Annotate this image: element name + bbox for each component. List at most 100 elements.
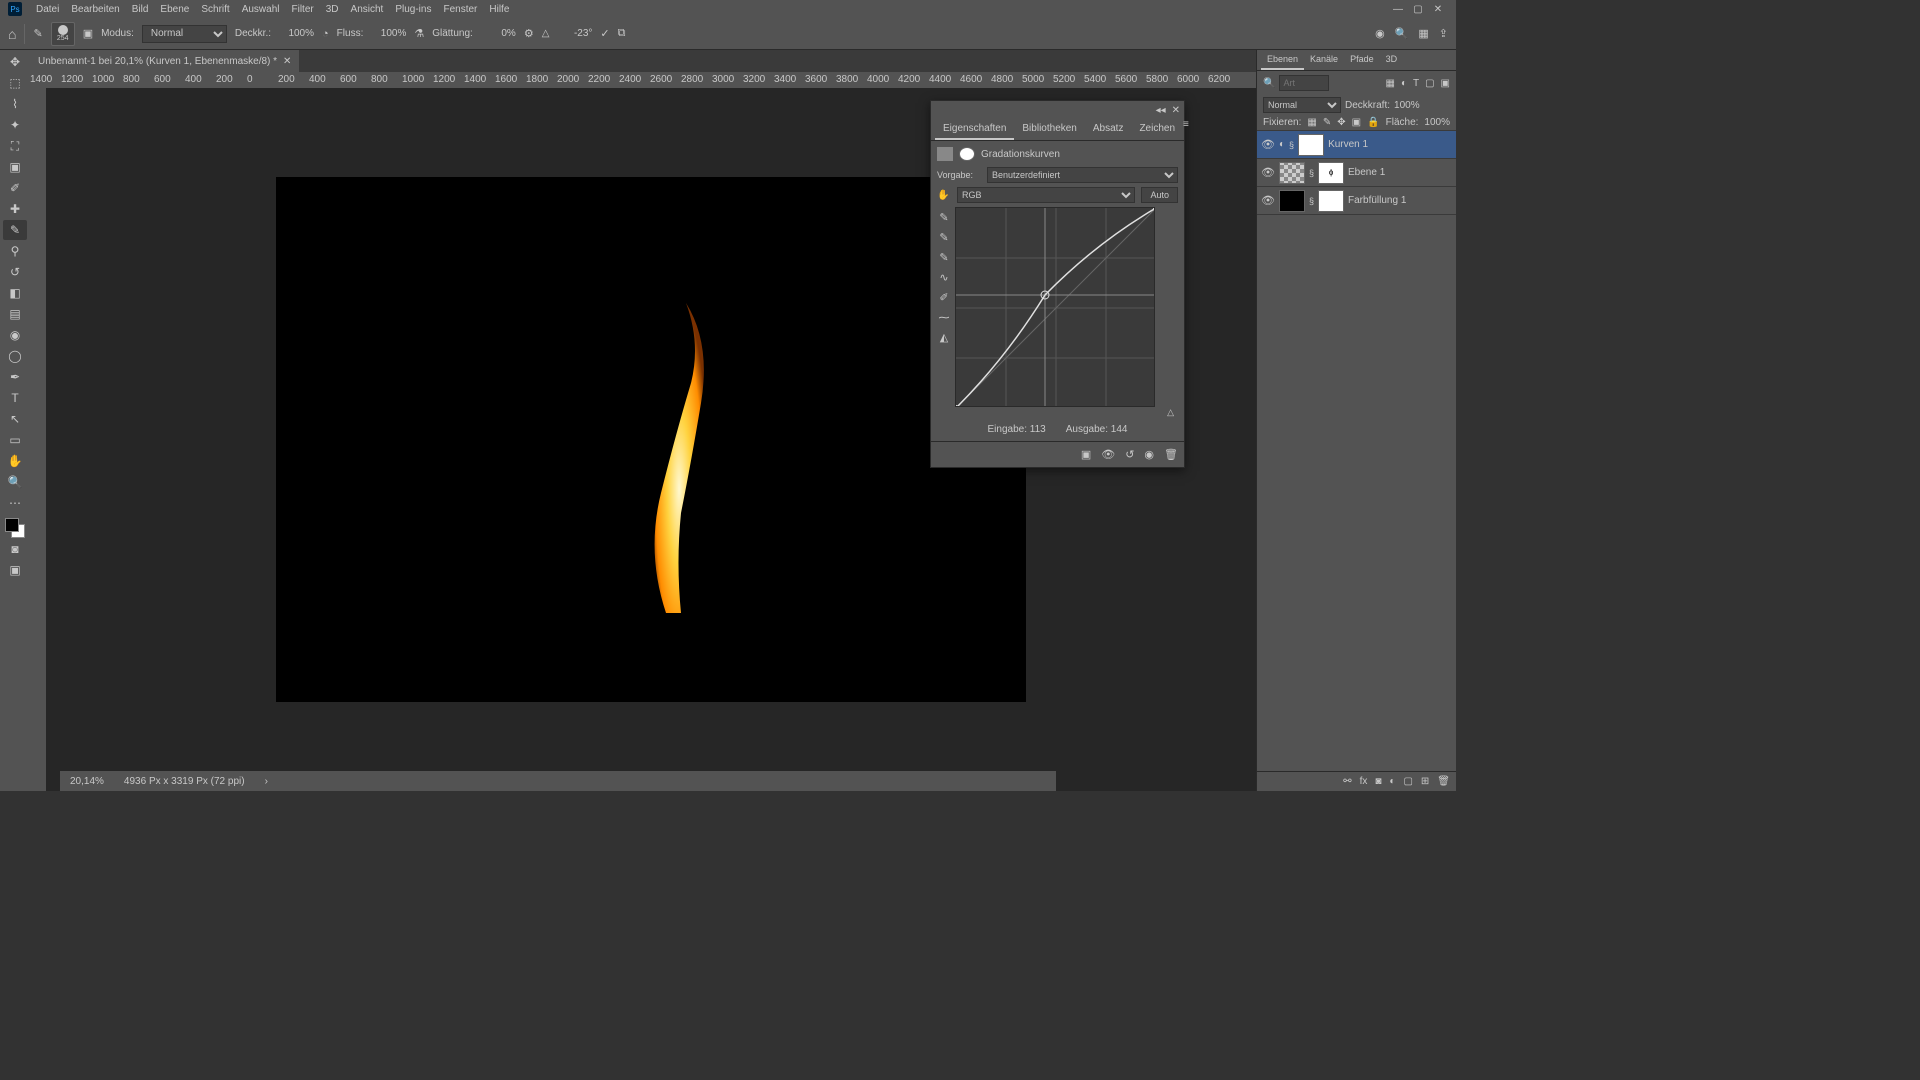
marquee-tool[interactable]: ⬚ xyxy=(3,73,27,93)
window-maximize-icon[interactable]: ▢ xyxy=(1408,4,1428,15)
auto-button[interactable]: Auto xyxy=(1141,187,1178,203)
window-close-icon[interactable]: ✕ xyxy=(1428,4,1448,15)
fx-icon[interactable]: fx xyxy=(1360,776,1368,787)
search-icon[interactable]: 🔍 xyxy=(1395,27,1409,40)
layer-filter-input[interactable] xyxy=(1279,75,1329,91)
menu-view[interactable]: Ansicht xyxy=(345,4,390,15)
menu-edit[interactable]: Bearbeiten xyxy=(65,4,125,15)
crop-tool[interactable]: ⛶ xyxy=(3,136,27,156)
tab-paragraph[interactable]: Absatz xyxy=(1085,119,1132,140)
lock-position-icon[interactable]: ✥ xyxy=(1337,117,1345,128)
view-previous-icon[interactable]: 👁 xyxy=(1101,448,1115,461)
mask-thumbnail[interactable] xyxy=(1298,134,1324,156)
tab-libraries[interactable]: Bibliotheken xyxy=(1014,119,1084,140)
smoothing-value[interactable]: 0% xyxy=(481,28,516,39)
type-tool[interactable]: T xyxy=(3,388,27,408)
filter-type-icon[interactable]: T xyxy=(1413,78,1419,89)
menu-help[interactable]: Hilfe xyxy=(483,4,515,15)
eyedropper-black-icon[interactable]: ✎ xyxy=(937,211,951,225)
gradient-tool[interactable]: ▤ xyxy=(3,304,27,324)
reset-icon[interactable]: ↺ xyxy=(1125,448,1134,461)
curve-edit-icon[interactable]: ∿ xyxy=(937,271,951,285)
screenmode-tool[interactable]: ▣ xyxy=(3,560,27,580)
layer-name[interactable]: Farbfüllung 1 xyxy=(1348,195,1406,206)
tab-3d[interactable]: 3D xyxy=(1380,50,1404,70)
layer-row[interactable]: 👁 § Farbfüllung 1 xyxy=(1257,187,1456,215)
mask-icon[interactable] xyxy=(959,147,975,161)
layer-thumbnail[interactable] xyxy=(1279,162,1305,184)
preset-select[interactable]: Benutzerdefiniert xyxy=(987,167,1178,183)
new-layer-icon[interactable]: ⊞ xyxy=(1421,776,1429,787)
document-tab[interactable]: Unbenannt-1 bei 20,1% (Kurven 1, Ebenenm… xyxy=(30,50,299,72)
workspace-icon[interactable]: ▦ xyxy=(1418,27,1428,40)
histogram-icon[interactable]: ◭ xyxy=(937,331,951,345)
color-swatches[interactable] xyxy=(5,518,25,538)
opacity-pressure-icon[interactable]: ◔ xyxy=(322,28,329,40)
tab-channels[interactable]: Kanäle xyxy=(1304,50,1344,70)
layer-row[interactable]: 👁 ◐ § Kurven 1 xyxy=(1257,131,1456,159)
mask-thumbnail[interactable] xyxy=(1318,190,1344,212)
status-chevron-icon[interactable]: › xyxy=(265,776,268,787)
more-tools[interactable]: ⋯ xyxy=(3,493,27,513)
eraser-tool[interactable]: ◧ xyxy=(3,283,27,303)
curves-graph[interactable] xyxy=(955,207,1155,407)
delete-adjustment-icon[interactable]: 🗑 xyxy=(1164,448,1178,461)
brush-tool[interactable]: ✎ xyxy=(3,220,27,240)
layer-name[interactable]: Kurven 1 xyxy=(1328,139,1368,150)
collapse-icon[interactable]: ◂◂ xyxy=(1156,105,1166,116)
panel-menu-icon[interactable]: ≡ xyxy=(1183,119,1189,140)
window-minimize-icon[interactable]: — xyxy=(1388,4,1408,15)
lock-transparency-icon[interactable]: ▦ xyxy=(1307,117,1316,128)
blur-tool[interactable]: ◉ xyxy=(3,325,27,345)
tab-properties[interactable]: Eigenschaften xyxy=(935,119,1014,140)
frame-tool[interactable]: ▣ xyxy=(3,157,27,177)
symmetry-icon[interactable]: ⧉ xyxy=(618,27,626,40)
smoothing-options-icon[interactable]: ⚙ xyxy=(524,27,534,40)
hand-tool[interactable]: ✋ xyxy=(3,451,27,471)
filter-adjust-icon[interactable]: ◐ xyxy=(1401,78,1407,89)
path-select-tool[interactable]: ↖ xyxy=(3,409,27,429)
history-brush-tool[interactable]: ↺ xyxy=(3,262,27,282)
close-panel-icon[interactable]: ✕ xyxy=(1172,105,1180,116)
input-value[interactable]: 113 xyxy=(1030,424,1046,435)
brush-tool-icon[interactable]: ✎ xyxy=(33,27,42,40)
eyedropper-tool[interactable]: ✐ xyxy=(3,178,27,198)
clip-icon[interactable]: ▣ xyxy=(1081,448,1091,461)
shape-tool[interactable]: ▭ xyxy=(3,430,27,450)
menu-select[interactable]: Auswahl xyxy=(236,4,286,15)
brush-panel-icon[interactable]: ▣ xyxy=(83,27,93,40)
zoom-level[interactable]: 20,14% xyxy=(70,776,104,787)
zoom-tool[interactable]: 🔍 xyxy=(3,472,27,492)
layer-thumbnail[interactable] xyxy=(1279,190,1305,212)
blend-mode-select[interactable]: Normal xyxy=(142,25,227,43)
fill-value[interactable]: 100% xyxy=(1424,117,1450,128)
airbrush-icon[interactable]: ⚗ xyxy=(414,27,424,40)
layer-row[interactable]: 👁 § ɸ Ebene 1 xyxy=(1257,159,1456,187)
menu-3d[interactable]: 3D xyxy=(320,4,345,15)
cloud-docs-icon[interactable]: ◉ xyxy=(1375,27,1385,40)
menu-file[interactable]: Datei xyxy=(30,4,65,15)
menu-layer[interactable]: Ebene xyxy=(154,4,195,15)
lock-pixels-icon[interactable]: ✎ xyxy=(1323,117,1331,128)
lock-all-icon[interactable]: 🔒 xyxy=(1367,117,1379,128)
filter-smart-icon[interactable]: ▣ xyxy=(1441,78,1450,89)
share-icon[interactable]: ⇪ xyxy=(1439,27,1448,40)
toggle-visibility-icon[interactable]: ◉ xyxy=(1144,448,1154,461)
tab-paths[interactable]: Pfade xyxy=(1344,50,1380,70)
delete-icon[interactable]: 🗑 xyxy=(1437,776,1450,787)
stamp-tool[interactable]: ⚲ xyxy=(3,241,27,261)
visibility-icon[interactable]: 👁 xyxy=(1261,166,1275,179)
filter-pixel-icon[interactable]: ▦ xyxy=(1385,78,1394,89)
foreground-color[interactable] xyxy=(5,518,19,532)
filter-shape-icon[interactable]: ▢ xyxy=(1425,78,1434,89)
menu-plugins[interactable]: Plug-ins xyxy=(389,4,437,15)
close-tab-icon[interactable]: ✕ xyxy=(283,56,291,67)
lock-artboard-icon[interactable]: ▣ xyxy=(1352,117,1361,128)
mask-icon[interactable]: ◙ xyxy=(1375,776,1381,787)
dodge-tool[interactable]: ◯ xyxy=(3,346,27,366)
eyedropper-white-icon[interactable]: ✎ xyxy=(937,251,951,265)
white-slider-icon[interactable]: △ xyxy=(1167,407,1174,418)
wand-tool[interactable]: ✦ xyxy=(3,115,27,135)
eyedropper-gray-icon[interactable]: ✎ xyxy=(937,231,951,245)
menu-filter[interactable]: Filter xyxy=(286,4,320,15)
